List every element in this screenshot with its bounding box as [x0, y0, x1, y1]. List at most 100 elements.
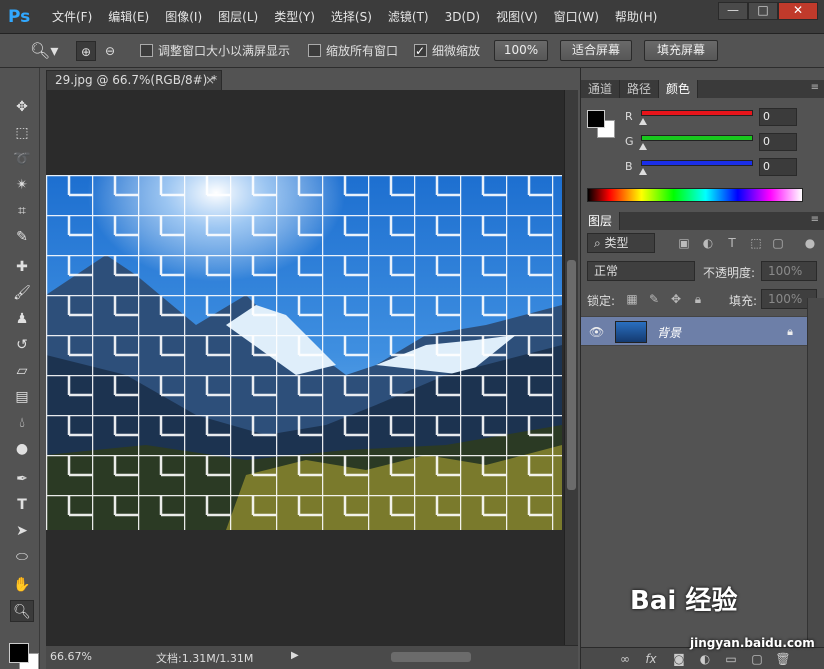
layer-lock-icon[interactable]: 🔒︎ [787, 325, 793, 339]
resize-windows-option[interactable]: 调整窗口大小以满屏显示 [140, 41, 290, 61]
menu-edit[interactable]: 编辑(E) [100, 0, 157, 34]
eraser-tool-icon[interactable]: ▱ [10, 360, 34, 382]
menu-window[interactable]: 窗口(W) [546, 0, 607, 34]
magic-wand-tool-icon[interactable]: ✴ [10, 174, 34, 196]
dodge-tool-icon[interactable]: ● [10, 438, 34, 460]
layer-row-background[interactable]: 👁︎ 背景 🔒︎ [581, 316, 807, 346]
filter-adjustment-icon[interactable]: ◐ [701, 236, 715, 250]
clone-stamp-tool-icon[interactable]: ♟ [10, 308, 34, 330]
brush-tool-icon[interactable]: 🖌︎ [10, 282, 34, 304]
pen-tool-icon[interactable]: ✒ [10, 468, 34, 490]
new-layer-icon[interactable]: ▢ [749, 651, 765, 667]
menu-image[interactable]: 图像(I) [157, 0, 210, 34]
history-brush-tool-icon[interactable]: ↺ [10, 334, 34, 356]
red-value-input[interactable]: 0 [759, 108, 797, 126]
hand-tool-icon[interactable]: ✋ [10, 574, 34, 596]
maximize-button[interactable]: □ [748, 2, 778, 20]
tab-paths[interactable]: 路径 [620, 80, 660, 98]
blue-value-input[interactable]: 0 [759, 158, 797, 176]
zoom-tool-icon[interactable]: 🔍︎ [10, 600, 34, 622]
document-close-icon[interactable]: × [205, 71, 215, 90]
path-selection-tool-icon[interactable]: ➤ [10, 520, 34, 542]
green-value-input[interactable]: 0 [759, 133, 797, 151]
layer-mask-icon[interactable]: ◙ [671, 651, 687, 667]
fill-screen-button[interactable]: 填充屏幕 [644, 40, 718, 61]
scrubby-zoom-option[interactable]: 细微缩放 [414, 41, 480, 61]
vertical-scroll-thumb[interactable] [567, 260, 576, 490]
menu-3d[interactable]: 3D(D) [437, 0, 488, 34]
zoom-level[interactable]: 66.67% [50, 650, 92, 663]
menu-select[interactable]: 选择(S) [323, 0, 380, 34]
visibility-eye-icon[interactable]: 👁︎ [589, 324, 605, 340]
photoshop-logo: Ps [8, 7, 31, 27]
zoom-in-icon[interactable]: ⊕ [76, 41, 96, 61]
red-slider[interactable] [641, 110, 753, 116]
scrubby-zoom-checkbox[interactable] [414, 41, 427, 61]
vertical-scrollbar[interactable] [564, 90, 578, 645]
filter-type-icon[interactable]: T [725, 236, 739, 250]
tab-layers[interactable]: 图层 [581, 212, 621, 230]
layers-scrollbar[interactable] [807, 298, 824, 647]
opacity-input[interactable]: 100% [761, 261, 817, 281]
menu-type[interactable]: 类型(Y) [266, 0, 323, 34]
blue-slider-handle[interactable] [639, 168, 647, 175]
lasso-tool-icon[interactable]: ➰ [10, 148, 34, 170]
close-button[interactable]: ✕ [778, 2, 818, 20]
green-slider-handle[interactable] [639, 143, 647, 150]
type-tool-icon[interactable]: T [10, 494, 34, 516]
color-foreground-swatch[interactable] [587, 110, 605, 128]
ellipse-tool-icon[interactable]: ⬭ [10, 546, 34, 568]
menu-layer[interactable]: 图层(L) [210, 0, 266, 34]
resize-windows-checkbox[interactable] [140, 44, 153, 57]
lock-pixels-icon[interactable]: ✎ [647, 292, 661, 306]
link-layers-icon[interactable]: ∞ [617, 651, 633, 667]
canvas-area[interactable] [46, 90, 564, 645]
filter-pixel-icon[interactable]: ▣ [677, 236, 691, 250]
fit-screen-button[interactable]: 适合屏幕 [560, 40, 632, 61]
adjustment-layer-icon[interactable]: ◐ [697, 651, 713, 667]
menu-filter[interactable]: 滤镜(T) [380, 0, 437, 34]
color-spectrum[interactable] [587, 188, 803, 202]
lock-position-icon[interactable]: ✥ [669, 292, 683, 306]
tab-channels[interactable]: 通道 [581, 80, 621, 98]
panel-menu-icon[interactable]: ≡ [811, 82, 819, 93]
lock-transparent-icon[interactable]: ▦ [625, 292, 639, 306]
horizontal-scroll-thumb[interactable] [391, 652, 471, 662]
blur-tool-icon[interactable]: 💧︎ [10, 412, 34, 434]
menu-help[interactable]: 帮助(H) [607, 0, 665, 34]
blend-mode-select[interactable]: 正常 [587, 261, 695, 281]
red-slider-handle[interactable] [639, 118, 647, 125]
zoom-tool-icon[interactable]: 🔍︎▾ [30, 41, 58, 61]
layer-style-icon[interactable]: fx [643, 651, 659, 667]
document-tab[interactable]: 29.jpg @ 66.7%(RGB/8#) * × [46, 70, 222, 90]
layer-thumbnail [615, 321, 647, 343]
new-group-icon[interactable]: ▭ [723, 651, 739, 667]
filter-toggle-icon[interactable]: ● [803, 236, 817, 250]
foreground-color-swatch[interactable] [9, 643, 29, 663]
layers-panel-menu-icon[interactable]: ≡ [811, 214, 819, 225]
tab-color[interactable]: 颜色 [659, 80, 699, 98]
menu-file[interactable]: 文件(F) [44, 0, 100, 34]
layer-kind-filter[interactable]: ⌕ 类型 [587, 233, 655, 253]
green-slider[interactable] [641, 135, 753, 141]
filter-shape-icon[interactable]: ⬚ [749, 236, 763, 250]
eyedropper-tool-icon[interactable]: ✎ [10, 226, 34, 248]
zoom-all-option[interactable]: 缩放所有窗口 [308, 41, 398, 61]
menu-view[interactable]: 视图(V) [488, 0, 546, 34]
gradient-tool-icon[interactable]: ▤ [10, 386, 34, 408]
filter-smart-object-icon[interactable]: ▢ [771, 236, 785, 250]
zoom-all-checkbox[interactable] [308, 44, 321, 57]
lock-label: 锁定: [587, 294, 616, 308]
zoom-100-button[interactable]: 100% [494, 40, 548, 61]
minimize-button[interactable]: — [718, 2, 748, 20]
delete-layer-icon[interactable]: 🗑︎ [775, 651, 791, 667]
healing-brush-tool-icon[interactable]: ✚ [10, 256, 34, 278]
move-tool-icon[interactable]: ✥ [10, 96, 34, 118]
blue-slider[interactable] [641, 160, 753, 166]
marquee-tool-icon[interactable]: ⬚ [10, 122, 34, 144]
lock-all-icon[interactable]: 🔒︎ [691, 292, 705, 306]
status-menu-arrow[interactable]: ▶ [291, 650, 299, 661]
crop-tool-icon[interactable]: ⌗ [10, 200, 34, 222]
zoom-out-icon[interactable]: ⊖ [100, 41, 120, 61]
layer-name[interactable]: 背景 [657, 324, 681, 341]
